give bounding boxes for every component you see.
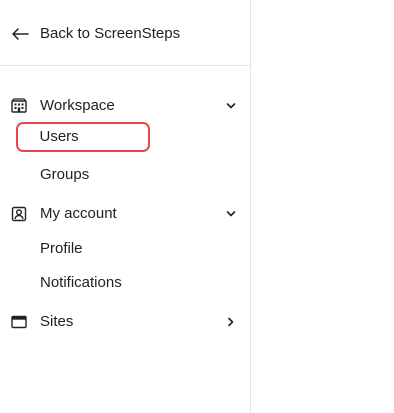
- sidebar-item-profile[interactable]: Profile: [16, 234, 150, 264]
- user-card-icon: [11, 206, 27, 222]
- sidebar-item-label: Groups: [40, 166, 90, 183]
- sidebar-section-sites[interactable]: Sites: [0, 308, 250, 336]
- chevron-down-icon: [224, 207, 238, 221]
- section-label-sites: Sites: [40, 313, 74, 330]
- sidebar-section-workspace[interactable]: Workspace: [0, 92, 250, 120]
- sidebar-item-label: Users: [39, 127, 79, 145]
- section-label-workspace: Workspace: [40, 97, 115, 114]
- back-link-label: Back to ScreenSteps: [40, 25, 181, 42]
- chevron-down-icon: [224, 99, 238, 113]
- sidebar-section-my-account[interactable]: My account: [0, 200, 250, 228]
- browser-window-icon: [11, 314, 27, 330]
- chevron-right-icon: [224, 315, 238, 329]
- sidebar-item-users[interactable]: Users: [16, 122, 150, 152]
- sidebar-item-label: Notifications: [40, 274, 122, 291]
- sidebar-item-groups[interactable]: Groups: [16, 160, 150, 190]
- back-to-screensteps-link[interactable]: Back to ScreenSteps: [0, 16, 250, 52]
- main-content-area: [252, 0, 394, 413]
- section-label-my-account: My account: [40, 205, 117, 222]
- sidebar-item-label: Profile: [40, 240, 83, 257]
- settings-page: Back to ScreenSteps Workspace Users Grou…: [0, 0, 394, 413]
- building-icon: [11, 98, 27, 114]
- settings-sidebar: Back to ScreenSteps Workspace Users Grou…: [0, 0, 251, 413]
- sidebar-item-notifications[interactable]: Notifications: [16, 268, 150, 298]
- arrow-left-icon: [11, 26, 29, 42]
- sidebar-divider: [0, 65, 250, 66]
